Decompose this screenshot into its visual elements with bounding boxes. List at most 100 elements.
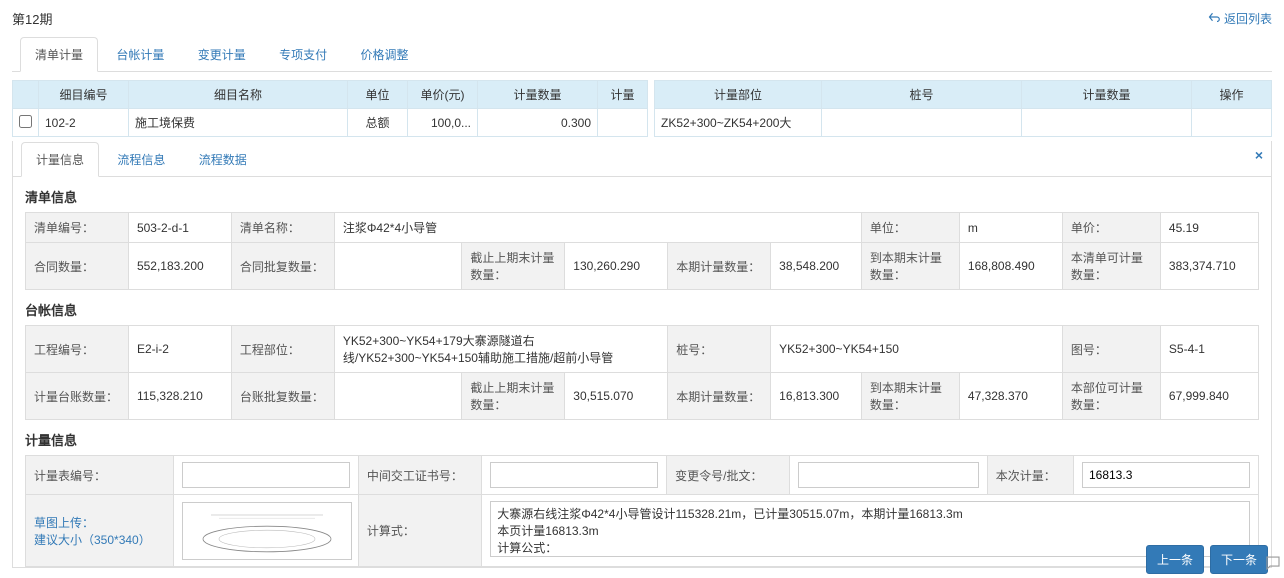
tz-this-qty-label: 本期计量数量： (668, 373, 771, 420)
left-data-table: 细目编号 细目名称 单位 单价(元) 计量数量 计量 102-2 施工境保费 总… (12, 80, 648, 137)
col-qty: 计量数量 (478, 81, 598, 109)
qd-name-label: 清单名称： (231, 213, 334, 243)
detail-tabs: 计量信息 流程信息 流程数据 (13, 141, 1271, 177)
tz-drawing-label: 图号： (1062, 326, 1160, 373)
section-title-jl: 计量信息 (13, 420, 1271, 455)
qd-unit-label: 单位： (861, 213, 959, 243)
tab-special-pay[interactable]: 专项支付 (264, 37, 342, 71)
jl-mid-cert-input[interactable] (490, 462, 658, 488)
tab-flow-info[interactable]: 流程信息 (102, 142, 180, 176)
row-checkbox[interactable] (19, 115, 32, 128)
jl-mid-cert-cell (482, 456, 667, 495)
jl-table-code-input[interactable] (182, 462, 350, 488)
qd-to-end: 168,808.490 (959, 243, 1062, 290)
cell-calc (598, 109, 648, 137)
jl-formula-label: 计算式： (358, 495, 481, 567)
cell-qty: 0.300 (478, 109, 598, 137)
tz-stake-label: 桩号： (668, 326, 771, 373)
jl-change-no-input[interactable] (798, 462, 978, 488)
jl-formula-cell (482, 495, 1259, 567)
page-header: 第12期 返回列表 (0, 0, 1284, 36)
tab-measure-info[interactable]: 计量信息 (21, 142, 99, 177)
tab-flow-data[interactable]: 流程数据 (184, 142, 262, 176)
qd-prev-end-label: 截止上期末计量数量： (462, 243, 565, 290)
qd-approved (334, 243, 461, 290)
jl-upload-cell: 草图上传： 建议大小（350*340） (26, 495, 174, 567)
tz-ledger-qty: 115,328.210 (128, 373, 231, 420)
cell-name: 施工境保费 (129, 109, 348, 137)
cell-code: 102-2 (39, 109, 129, 137)
formula-textarea[interactable] (490, 501, 1250, 557)
chat-icon[interactable] (1264, 554, 1282, 572)
back-label: 返回列表 (1224, 10, 1272, 27)
return-icon (1208, 11, 1220, 26)
tz-to-end-label: 到本期末计量数量： (861, 373, 959, 420)
jl-table-code-cell (173, 456, 358, 495)
qd-approved-label: 合同批复数量： (231, 243, 334, 290)
tz-prev-end: 30,515.070 (565, 373, 668, 420)
jl-this-qty-input[interactable] (1082, 462, 1250, 488)
cell-ops (1192, 109, 1272, 137)
table-row[interactable]: ZK52+300~ZK54+200大 (655, 109, 1272, 137)
tz-proj-part: YK52+300~YK54+179大寨源隧道右线/YK52+300~YK54+1… (334, 326, 667, 373)
tab-ledger-measure[interactable]: 台帐计量 (101, 37, 179, 71)
jl-this-qty-cell (1073, 456, 1258, 495)
cell-stake (822, 109, 1022, 137)
prev-record-button[interactable]: 上一条 (1146, 545, 1204, 574)
tz-proj-code-label: 工程编号： (26, 326, 129, 373)
col-checkbox (13, 81, 39, 109)
table-header-row: 计量部位 桩号 计量数量 操作 (655, 81, 1272, 109)
back-to-list-link[interactable]: 返回列表 (1208, 10, 1272, 27)
page-title: 第12期 (12, 9, 52, 28)
tz-can-label: 本部位可计量数量： (1062, 373, 1160, 420)
col-price: 单价(元) (408, 81, 478, 109)
close-icon[interactable]: × (1255, 147, 1263, 163)
col-item-code: 细目编号 (39, 81, 129, 109)
jl-mid-cert-label: 中间交工证书号： (358, 456, 481, 495)
tz-can: 67,999.840 (1160, 373, 1258, 420)
tz-proj-code: E2-i-2 (128, 326, 231, 373)
cell-unit: 总额 (348, 109, 408, 137)
col-unit: 单位 (348, 81, 408, 109)
qd-code-label: 清单编号： (26, 213, 129, 243)
qd-contract-qty-label: 合同数量： (26, 243, 129, 290)
tz-ledger-qty-label: 计量台账数量： (26, 373, 129, 420)
qd-can: 383,374.710 (1160, 243, 1258, 290)
qd-name: 注浆Φ42*4小导管 (334, 213, 861, 243)
qd-prev-end: 130,260.290 (565, 243, 668, 290)
qd-unit: m (959, 213, 1062, 243)
jl-table-code-label: 计量表编号： (26, 456, 174, 495)
cell-qty (1022, 109, 1192, 137)
next-record-button[interactable]: 下一条 (1210, 545, 1268, 574)
qd-this-qty-label: 本期计量数量： (668, 243, 771, 290)
table-row[interactable]: 102-2 施工境保费 总额 100,0... 0.300 (13, 109, 648, 137)
col-stake: 桩号 (822, 81, 1022, 109)
jl-thumb-cell (173, 495, 358, 567)
qd-contract-qty: 552,183.200 (128, 243, 231, 290)
qd-this-qty: 38,548.200 (771, 243, 862, 290)
sketch-upload-link[interactable]: 草图上传： (34, 516, 94, 530)
tz-prev-end-label: 截止上期末计量数量： (462, 373, 565, 420)
main-tabs: 清单计量 台帐计量 变更计量 专项支付 价格调整 (12, 36, 1272, 72)
qd-to-end-label: 到本期末计量数量： (861, 243, 959, 290)
tz-this-qty: 16,813.300 (771, 373, 862, 420)
qd-price: 45.19 (1160, 213, 1258, 243)
section-title-tz: 台帐信息 (13, 290, 1271, 325)
qd-code: 503-2-d-1 (128, 213, 231, 243)
tab-change-measure[interactable]: 变更计量 (183, 37, 261, 71)
tab-list-measure[interactable]: 清单计量 (20, 37, 98, 72)
tab-price-adjust[interactable]: 价格调整 (345, 37, 423, 71)
sketch-thumbnail[interactable] (182, 502, 352, 560)
qd-info-table: 清单编号： 503-2-d-1 清单名称： 注浆Φ42*4小导管 单位： m 单… (25, 212, 1259, 290)
col-measure-qty: 计量数量 (1022, 81, 1192, 109)
col-calc: 计量 (598, 81, 648, 109)
tz-ledger-approved (334, 373, 461, 420)
col-ops: 操作 (1192, 81, 1272, 109)
sketch-icon (187, 506, 347, 556)
detail-panel: × 计量信息 流程信息 流程数据 清单信息 清单编号： 503-2-d-1 清单… (12, 141, 1272, 568)
jl-change-no-cell (790, 456, 987, 495)
qd-can-label: 本清单可计量数量： (1062, 243, 1160, 290)
tz-stake: YK52+300~YK54+150 (771, 326, 1063, 373)
tz-drawing: S5-4-1 (1160, 326, 1258, 373)
tz-info-table: 工程编号： E2-i-2 工程部位： YK52+300~YK54+179大寨源隧… (25, 325, 1259, 420)
